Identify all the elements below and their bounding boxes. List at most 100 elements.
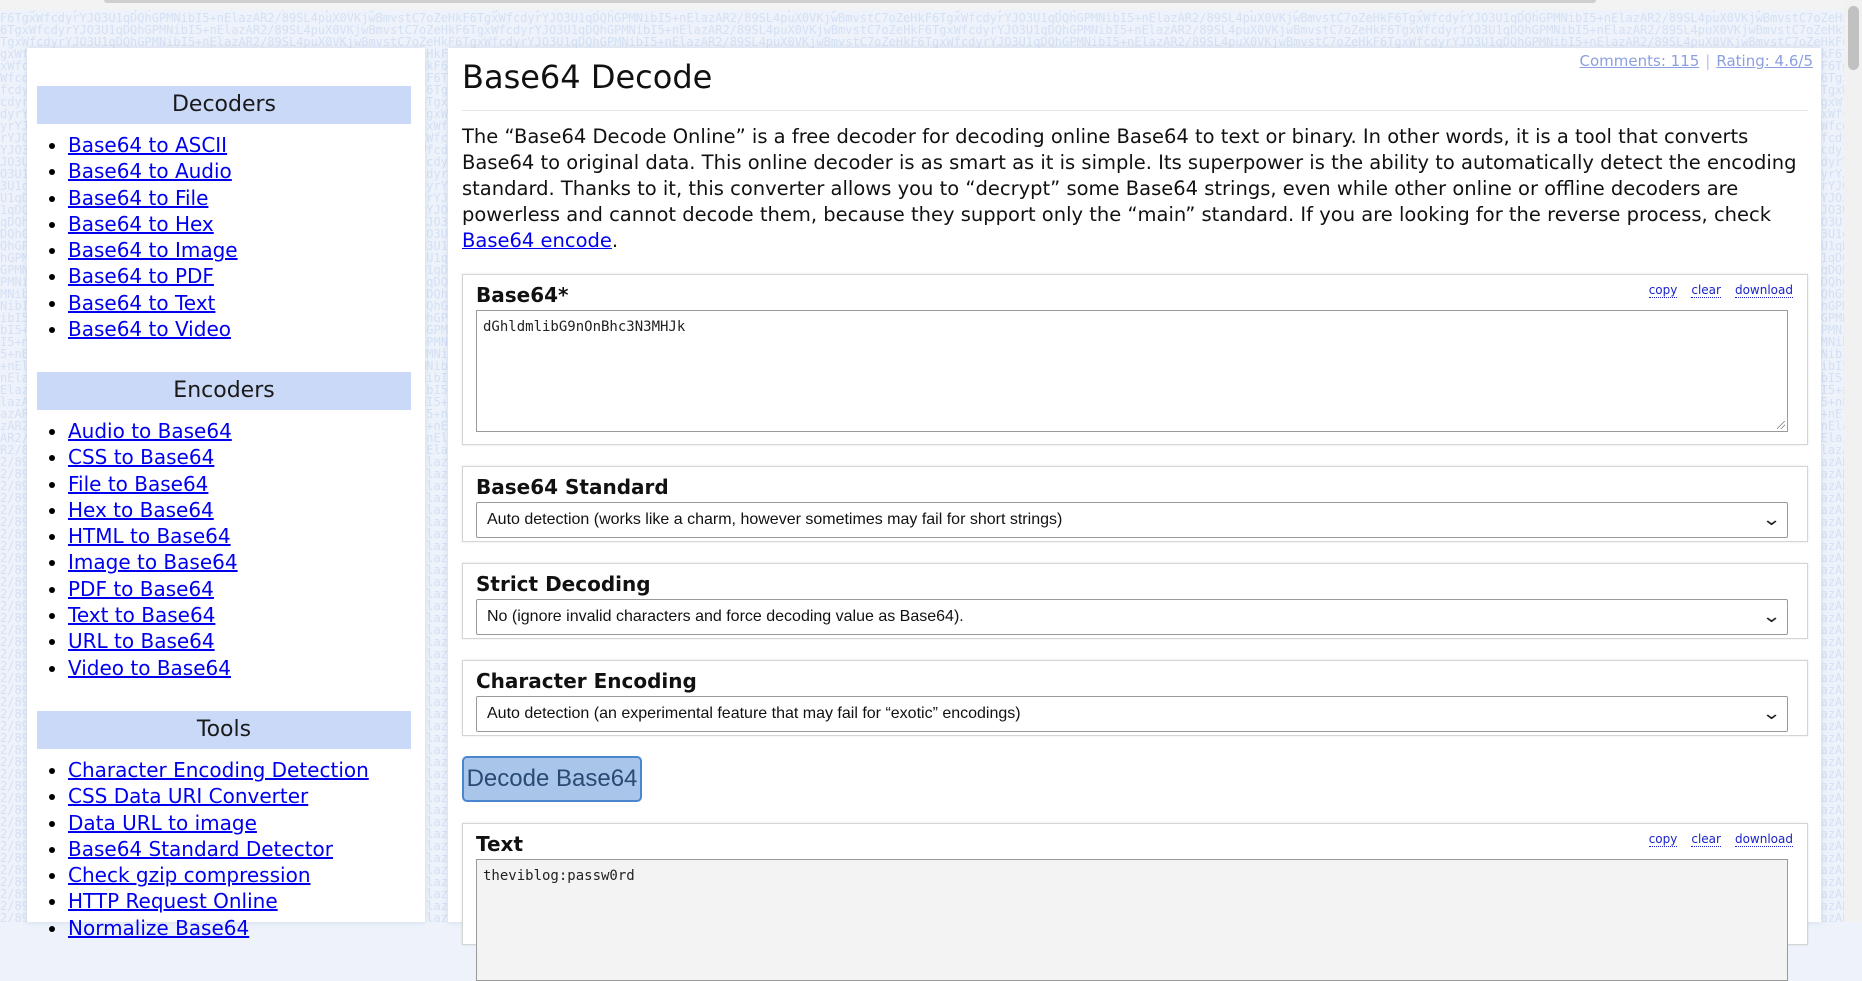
sidebar-link[interactable]: Base64 to Video xyxy=(68,317,231,341)
sidebar-list-item: Check gzip compression xyxy=(68,862,411,888)
base64-input-field[interactable]: dGhldmlibG9nOnBhc3N3MHJk xyxy=(476,310,1788,432)
rating-link[interactable]: Rating: 4.6/5 xyxy=(1716,52,1813,70)
base64-encode-link[interactable]: Base64 encode xyxy=(462,229,612,252)
sidebar-list-item: HTTP Request Online xyxy=(68,888,411,914)
sidebar-link[interactable]: Base64 to Text xyxy=(68,291,215,315)
title-divider xyxy=(462,110,1808,111)
charset-select[interactable]: Auto detection (an experimental feature … xyxy=(476,696,1788,732)
sidebar-link[interactable]: Base64 to File xyxy=(68,186,208,210)
sidebar-link[interactable]: HTML to Base64 xyxy=(68,524,231,548)
sidebar-link[interactable]: Video to Base64 xyxy=(68,656,231,680)
download-input-button[interactable]: download xyxy=(1734,283,1793,298)
sidebar-link[interactable]: Base64 Standard Detector xyxy=(68,837,333,861)
page-meta: Comments: 115 | Rating: 4.6/5 xyxy=(1580,52,1813,70)
sidebar-decoders: Decoders Base64 to ASCIIBase64 to AudioB… xyxy=(27,86,411,342)
encoders-list: Audio to Base64CSS to Base64 File to Base… xyxy=(27,418,411,681)
main-content: Comments: 115 | Rating: 4.6/5 Base64 Decod… xyxy=(448,48,1821,981)
copy-input-button[interactable]: copy xyxy=(1648,283,1678,298)
clear-output-button[interactable]: clear xyxy=(1691,832,1721,847)
sidebar-list-item: Character Encoding Detection xyxy=(68,757,411,783)
strict-box: Strict Decoding No (ignore invalid chara… xyxy=(462,563,1808,639)
sidebar: Decoders Base64 to ASCIIBase64 to AudioB… xyxy=(27,48,425,940)
resize-handle[interactable] xyxy=(1777,421,1785,429)
standard-box: Base64 Standard Auto detection (works li… xyxy=(462,466,1808,542)
base64-input-box: Base64* copy clear download dGhldmlibG9nOn… xyxy=(462,274,1808,445)
intro-text: The “Base64 Decode Online” is a free dec… xyxy=(462,125,1797,226)
sidebar-list-item: CSS to Base64 xyxy=(68,444,411,470)
strict-select[interactable]: No (ignore invalid characters and force … xyxy=(476,599,1788,635)
sidebar-list-item: PDF to Base64 xyxy=(68,576,411,602)
sidebar-link[interactable]: CSS to Base64 xyxy=(68,445,214,469)
base64-input-value: dGhldmlibG9nOnBhc3N3MHJk xyxy=(483,319,686,335)
decoders-list: Base64 to ASCIIBase64 to Audio Base64 to … xyxy=(27,132,411,342)
sidebar-list-item: File to Base64 xyxy=(68,471,411,497)
sidebar-list-item: Normalize Base64 xyxy=(68,915,411,941)
text-output-box: Text copy clear download theviblog:passw0r… xyxy=(462,823,1808,981)
sidebar-link[interactable]: Base64 to Audio xyxy=(68,159,232,183)
sidebar-tools: Tools Character Encoding DetectionCSS Da… xyxy=(27,711,411,941)
sidebar-list-item: HTML to Base64 xyxy=(68,523,411,549)
download-output-button[interactable]: download xyxy=(1734,832,1793,847)
scrollbar-thumb[interactable] xyxy=(1848,6,1859,70)
text-output-value: theviblog:passw0rd xyxy=(483,868,635,884)
sidebar-list-item: Audio to Base64 xyxy=(68,418,411,444)
clear-input-button[interactable]: clear xyxy=(1691,283,1721,298)
sidebar-list-item: Data URL to image xyxy=(68,810,411,836)
copy-output-button[interactable]: copy xyxy=(1648,832,1678,847)
sidebar-list-item: CSS Data URI Converter xyxy=(68,783,411,809)
sidebar-link[interactable]: Character Encoding Detection xyxy=(68,758,369,782)
sidebar-list-item: Base64 to Hex xyxy=(68,211,411,237)
decode-button[interactable]: Decode Base64 xyxy=(462,756,642,802)
sidebar-list-item: Base64 to PDF xyxy=(68,263,411,289)
sidebar-heading-decoders: Decoders xyxy=(37,86,411,124)
strict-label: Strict Decoding xyxy=(476,572,651,596)
standard-label: Base64 Standard xyxy=(476,475,669,499)
sidebar-link[interactable]: Normalize Base64 xyxy=(68,916,249,940)
sidebar-link[interactable]: PDF to Base64 xyxy=(68,577,214,601)
intro-paragraph: The “Base64 Decode Online” is a free dec… xyxy=(462,124,1812,254)
sidebar-list-item: Base64 to ASCII xyxy=(68,132,411,158)
sidebar-link[interactable]: Audio to Base64 xyxy=(68,419,232,443)
sidebar-link[interactable]: CSS Data URI Converter xyxy=(68,784,308,808)
chevron-down-icon: ⌄ xyxy=(1761,703,1782,723)
sidebar-heading-tools: Tools xyxy=(37,711,411,749)
sidebar-link[interactable]: URL to Base64 xyxy=(68,629,215,653)
sidebar-encoders: Encoders Audio to Base64CSS to Base64 Fil… xyxy=(27,372,411,681)
charset-box: Character Encoding Auto detection (an ex… xyxy=(462,660,1808,736)
sidebar-list-item: Base64 to Text xyxy=(68,290,411,316)
sidebar-list-item: Image to Base64 xyxy=(68,549,411,575)
sidebar-list-item: URL to Base64 xyxy=(68,628,411,654)
sidebar-link[interactable]: Base64 to Hex xyxy=(68,212,214,236)
sidebar-list-item: Base64 to Video xyxy=(68,316,411,342)
browser-scroll-indicator xyxy=(104,0,1596,3)
sidebar-link[interactable]: Check gzip compression xyxy=(68,863,311,887)
sidebar-link[interactable]: File to Base64 xyxy=(68,472,208,496)
sidebar-list-item: Base64 to File xyxy=(68,185,411,211)
intro-end: . xyxy=(611,229,619,252)
page-scrollbar[interactable] xyxy=(1844,0,1862,922)
sidebar-list-item: Hex to Base64 xyxy=(68,497,411,523)
sidebar-link[interactable]: Data URL to image xyxy=(68,811,257,835)
chevron-down-icon: ⌄ xyxy=(1761,606,1782,626)
charset-label: Character Encoding xyxy=(476,669,697,693)
comments-link[interactable]: Comments: 115 xyxy=(1580,52,1700,70)
sidebar-link[interactable]: HTTP Request Online xyxy=(68,889,278,913)
sidebar-link[interactable]: Base64 to ASCII xyxy=(68,133,227,157)
text-output-label: Text xyxy=(476,832,524,856)
text-output-field[interactable]: theviblog:passw0rd xyxy=(476,859,1788,981)
standard-select[interactable]: Auto detection (works like a charm, howe… xyxy=(476,502,1788,538)
tools-list: Character Encoding DetectionCSS Data URI… xyxy=(27,757,411,941)
standard-selected: Auto detection (works like a charm, howe… xyxy=(487,511,1063,528)
sidebar-link[interactable]: Base64 to Image xyxy=(68,238,238,262)
strict-selected: No (ignore invalid characters and force … xyxy=(487,608,964,625)
sidebar-list-item: Base64 to Audio xyxy=(68,158,411,184)
sidebar-link[interactable]: Image to Base64 xyxy=(68,550,238,574)
base64-input-label: Base64* xyxy=(476,283,569,307)
sidebar-link[interactable]: Text to Base64 xyxy=(68,603,215,627)
charset-selected: Auto detection (an experimental feature … xyxy=(487,705,1021,722)
sidebar-link[interactable]: Hex to Base64 xyxy=(68,498,214,522)
output-tools: copy clear download xyxy=(1635,832,1793,847)
meta-separator: | xyxy=(1705,52,1711,70)
input-tools: copy clear download xyxy=(1635,283,1793,298)
sidebar-link[interactable]: Base64 to PDF xyxy=(68,264,214,288)
